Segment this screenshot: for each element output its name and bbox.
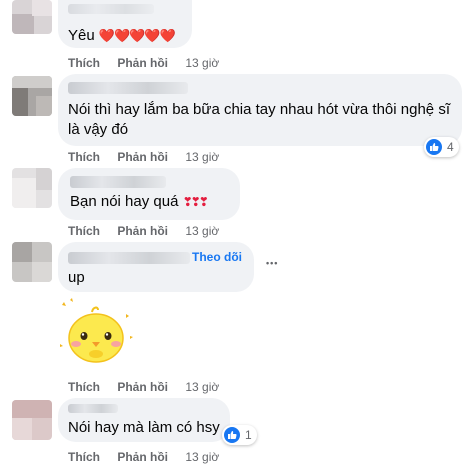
like-link[interactable]: Thích xyxy=(68,380,100,394)
comment-text: Bạn nói hay quá ❣❣❣ xyxy=(70,192,209,212)
blurred-author-name[interactable] xyxy=(68,4,154,14)
reply-link[interactable]: Phản hồi xyxy=(117,224,168,238)
comment-text: up xyxy=(68,269,85,286)
comment-bubble: Bạn nói hay quá ❣❣❣ xyxy=(58,168,240,220)
blurred-author-name[interactable] xyxy=(70,176,166,188)
blurred-author-name[interactable] xyxy=(68,252,190,264)
comment-text: Nói hay mà làm có hsy xyxy=(68,419,220,436)
timestamp[interactable]: 13 giờ xyxy=(185,450,219,464)
reply-link[interactable]: Phản hồi xyxy=(117,150,168,164)
commenter-avatar[interactable] xyxy=(12,242,52,282)
more-options-icon[interactable]: ••• xyxy=(266,258,278,268)
comment-text-line-1: Nói thì hay lắm ba bữa chia tay nhau hót… xyxy=(68,101,450,118)
reaction-count: 4 xyxy=(447,140,454,154)
like-link[interactable]: Thích xyxy=(68,224,100,238)
reaction-summary[interactable]: 4 xyxy=(424,137,459,157)
blurred-author-name[interactable] xyxy=(68,404,118,413)
like-link[interactable]: Thích xyxy=(68,56,100,70)
heart-emoji-icon: ❣❣❣ xyxy=(182,195,209,209)
comment-bubble: Nói thì hay lắm ba bữa chia tay nhau hót… xyxy=(58,74,462,146)
timestamp[interactable]: 13 giờ xyxy=(185,56,219,70)
commenter-avatar[interactable] xyxy=(12,168,52,208)
comment-text: Yêu ❤️❤️❤️❤️❤️ xyxy=(68,26,176,46)
reaction-count: 1 xyxy=(245,428,252,442)
comment-bubble: Yêu ❤️❤️❤️❤️❤️ xyxy=(58,0,192,48)
comment-actions: Thích Phản hồi 13 giờ xyxy=(68,56,233,70)
heart-emoji-icon: ❤️❤️❤️❤️❤️ xyxy=(98,28,176,43)
timestamp[interactable]: 13 giờ xyxy=(185,224,219,238)
commenter-avatar[interactable] xyxy=(12,0,52,34)
yellow-chick-sticker[interactable] xyxy=(56,296,136,368)
thumbs-up-icon xyxy=(224,427,240,443)
timestamp[interactable]: 13 giờ xyxy=(185,150,219,164)
like-link[interactable]: Thích xyxy=(68,450,100,464)
reply-link[interactable]: Phản hồi xyxy=(117,450,168,464)
timestamp[interactable]: 13 giờ xyxy=(185,380,219,394)
comment-text-content: Bạn nói hay quá xyxy=(70,193,179,210)
comment-bubble: Theo dõi up xyxy=(58,242,254,292)
blurred-author-name[interactable] xyxy=(68,82,188,94)
comment-text-content: Yêu xyxy=(68,27,95,44)
comment-actions: Thích Phản hồi 13 giờ xyxy=(68,150,233,164)
commenter-avatar[interactable] xyxy=(12,400,52,440)
comment-text-line-2: là vậy đó xyxy=(68,121,129,138)
comment-actions: Thích Phản hồi 13 giờ xyxy=(68,450,233,464)
follow-button[interactable]: Theo dõi xyxy=(192,250,242,264)
reaction-summary[interactable]: 1 xyxy=(222,425,257,445)
comment-bubble: Nói hay mà làm có hsy xyxy=(58,398,230,442)
thumbs-up-icon xyxy=(426,139,442,155)
reply-link[interactable]: Phản hồi xyxy=(117,380,168,394)
reply-link[interactable]: Phản hồi xyxy=(117,56,168,70)
comment-actions: Thích Phản hồi 13 giờ xyxy=(68,224,233,238)
commenter-avatar[interactable] xyxy=(12,76,52,116)
comment-actions: Thích Phản hồi 13 giờ xyxy=(68,380,233,394)
like-link[interactable]: Thích xyxy=(68,150,100,164)
